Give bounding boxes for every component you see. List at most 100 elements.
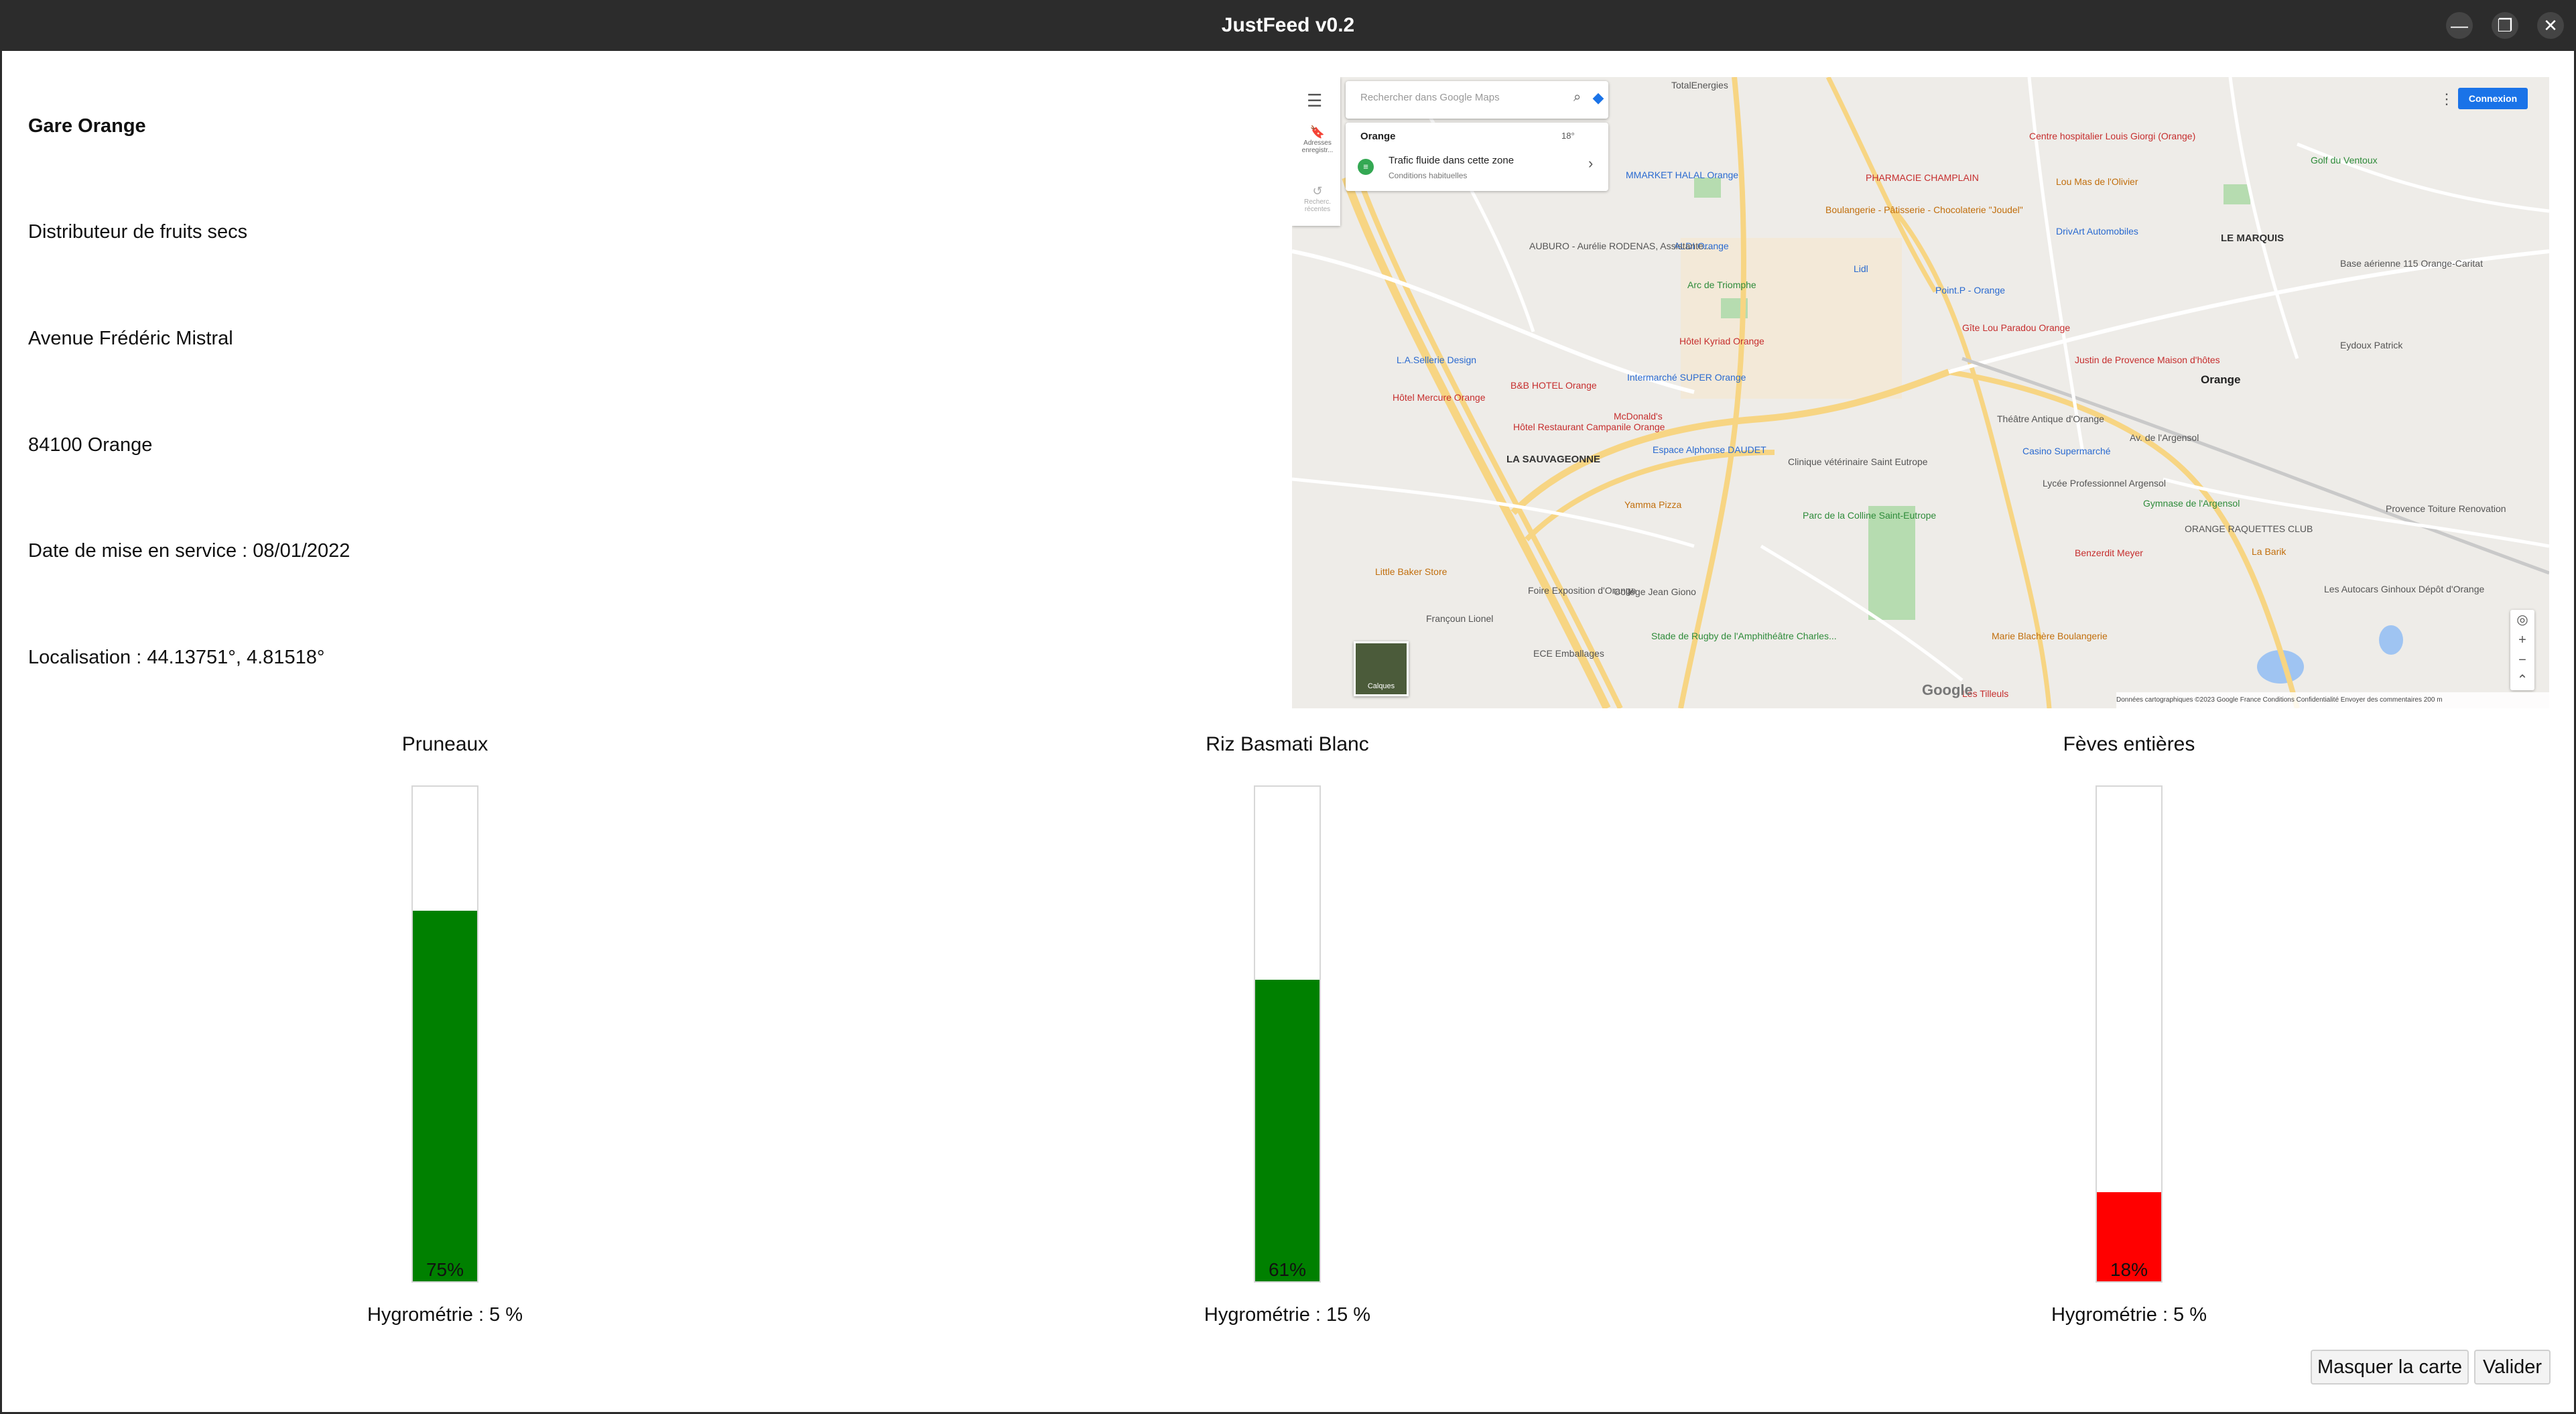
map-label-la-barik: La Barik bbox=[2252, 546, 2287, 557]
map-label-hospital: Centre hospitalier Louis Giorgi (Orange) bbox=[2029, 131, 2196, 141]
gauge-fill bbox=[413, 910, 477, 1281]
maximize-button[interactable]: ❐ bbox=[2492, 12, 2518, 39]
map-label-ece: ECE Emballages bbox=[1533, 648, 1604, 659]
map-label-foire: Foire Exposition d'Orange bbox=[1528, 585, 1636, 596]
map-label-intermarche: Intermarché SUPER Orange bbox=[1627, 372, 1746, 383]
map-label-clinique-st-eutrope: Clinique vétérinaire Saint Eutrope bbox=[1788, 456, 1928, 467]
map-label-arc: Arc de Triomphe bbox=[1687, 279, 1756, 290]
map-search-box[interactable]: Rechercher dans Google Maps ⌕ ◆ bbox=[1346, 81, 1608, 119]
station-location: Localisation : 44.13751°, 4.81518° bbox=[28, 647, 325, 668]
map-label-marie-blachere: Marie Blachère Boulangerie bbox=[1992, 631, 2108, 641]
gauge-riz: 61% bbox=[1254, 785, 1321, 1283]
map-layers-label: Calques bbox=[1367, 682, 1395, 690]
map-view[interactable]: Orange LE MARQUIS LA SAUVAGEONNE Arc de … bbox=[1292, 77, 2549, 708]
gauge-pruneaux: 75% bbox=[411, 785, 478, 1283]
map-label-campanile: Hôtel Restaurant Campanile Orange bbox=[1513, 422, 1665, 432]
zoom-in-button[interactable]: + bbox=[2510, 630, 2534, 650]
map-area-name: Orange bbox=[1360, 131, 1396, 142]
menu-icon[interactable]: ☰ bbox=[1307, 90, 1322, 111]
history-icon: ↺ bbox=[1312, 184, 1323, 198]
map-label-lou-mas: Lou Mas de l'Olivier bbox=[2056, 176, 2138, 187]
map-recent-searches[interactable]: ↺ Recherc. récentes bbox=[1301, 184, 1334, 213]
chevron-right-icon[interactable]: › bbox=[1588, 155, 1593, 172]
map-label-gite: Gîte Lou Paradou Orange bbox=[1962, 322, 2071, 333]
map-label-benzerdit: Benzerdit Meyer bbox=[2075, 548, 2143, 558]
map-label-provence-toiture: Provence Toiture Renovation bbox=[2386, 503, 2506, 514]
map-label-base-aerienne: Base aérienne 115 Orange-Caritat bbox=[2340, 258, 2483, 269]
validate-button[interactable]: Valider bbox=[2474, 1350, 2551, 1385]
map-label-parc-colline: Parc de la Colline Saint-Eutrope bbox=[1803, 510, 1937, 521]
map-label-gymnase: Gymnase de l'Argensol bbox=[2143, 498, 2240, 509]
gauge-percent-label: 61% bbox=[1268, 1259, 1307, 1280]
station-street: Avenue Frédéric Mistral bbox=[28, 328, 233, 349]
search-icon[interactable]: ⌕ bbox=[1573, 90, 1581, 105]
map-traffic-text: Trafic fluide dans cette zone bbox=[1389, 155, 1515, 166]
map-search-input[interactable]: Rechercher dans Google Maps bbox=[1360, 92, 1500, 103]
map-label-auburo: AUBURO - Aurélie RODENAS, Assistante... bbox=[1529, 241, 1712, 251]
map-label-mmarket: MMARKET HALAL Orange bbox=[1626, 170, 1739, 180]
map-label-mcdonalds: McDonald's bbox=[1614, 411, 1663, 422]
title-bar: JustFeed v0.2 — ❐ ✕ bbox=[0, 0, 2576, 51]
map-zoom-controls: ◎ + − ⌃ bbox=[2510, 610, 2534, 690]
station-type: Distributeur de fruits secs bbox=[28, 221, 248, 243]
hygrometry-feves: Hygrométrie : 5 % bbox=[2051, 1304, 2207, 1326]
gauge-percent-label: 75% bbox=[426, 1259, 464, 1280]
map-label-stade: Stade de Rugby de l'Amphithéâtre Charles… bbox=[1651, 631, 1837, 641]
map-sidebar: ☰ 🔖 Adresses enregistr... ↺ Recherc. réc… bbox=[1292, 77, 1340, 226]
map-label-lidl: Lidl bbox=[1854, 263, 1868, 274]
map-label-point-p: Point.P - Orange bbox=[1935, 285, 2006, 296]
directions-icon[interactable]: ◆ bbox=[1588, 88, 1608, 108]
map-label-theatre: Théâtre Antique d'Orange bbox=[1997, 413, 2104, 424]
map-label-le-marquis: LE MARQUIS bbox=[2221, 233, 2284, 244]
map-label-drivart: DrivArt Automobiles bbox=[2056, 226, 2138, 237]
hide-map-button[interactable]: Masquer la carte bbox=[2311, 1350, 2469, 1385]
google-logo: Google bbox=[1922, 682, 1973, 698]
map-saved-places[interactable]: 🔖 Adresses enregistr... bbox=[1301, 125, 1334, 154]
map-label-golf: Golf du Ventoux bbox=[2311, 155, 2378, 166]
traffic-icon: ≡ bbox=[1358, 159, 1374, 175]
map-label-espace-alphonse: Espace Alphonse DAUDET bbox=[1653, 444, 1766, 455]
map-label-eydoux: Eydoux Patrick bbox=[2340, 340, 2403, 350]
map-label-boulangerie: Boulangerie - Pâtisserie - Chocolaterie … bbox=[1825, 204, 2023, 215]
product-name-riz: Riz Basmati Blanc bbox=[1206, 733, 1369, 755]
hygrometry-pruneaux: Hygrométrie : 5 % bbox=[367, 1304, 523, 1326]
map-label-yamma: Yamma Pizza bbox=[1624, 499, 1682, 510]
station-city: 84100 Orange bbox=[28, 434, 153, 456]
map-label-francoun: Françoun Lionel bbox=[1426, 613, 1494, 624]
gauge-fill bbox=[1255, 979, 1319, 1281]
map-label-pharmacie: PHARMACIE CHAMPLAIN bbox=[1866, 172, 1979, 183]
minimize-button[interactable]: — bbox=[2446, 12, 2473, 39]
map-label-la-sellerie: L.A.Sellerie Design bbox=[1397, 355, 1477, 365]
map-label-justin: Justin de Provence Maison d'hôtes bbox=[2075, 355, 2220, 365]
gauge-percent-label: 18% bbox=[2110, 1259, 2148, 1280]
locate-icon[interactable]: ◎ bbox=[2510, 610, 2534, 630]
zoom-out-button[interactable]: − bbox=[2510, 650, 2534, 670]
map-label-orange-raquettes: ORANGE RAQUETTES CLUB bbox=[2185, 523, 2313, 534]
map-label-totalenergies: TotalEnergies bbox=[1671, 80, 1728, 90]
gauge-feves: 18% bbox=[2096, 785, 2163, 1283]
map-label-av-argensol: Av. de l'Argensol bbox=[2130, 432, 2199, 443]
map-label-orange: Orange bbox=[2201, 373, 2241, 386]
map-label-bb-hotel: B&B HOTEL Orange bbox=[1510, 380, 1597, 391]
map-traffic-card[interactable]: Orange 18° ≡ Trafic fluide dans cette zo… bbox=[1346, 123, 1608, 191]
map-history-label: Recherc. récentes bbox=[1303, 198, 1331, 213]
map-traffic-sub: Conditions habituelles bbox=[1389, 171, 1468, 180]
product-name-pruneaux: Pruneaux bbox=[401, 733, 489, 755]
pegman-icon[interactable]: ⌃ bbox=[2510, 670, 2534, 690]
map-label-hotel-kyriad: Hôtel Kyriad Orange bbox=[1679, 336, 1764, 346]
map-layers-button[interactable]: Calques bbox=[1354, 641, 1409, 696]
map-label-la-sauvageonne: LA SAUVAGEONNE bbox=[1506, 454, 1601, 465]
station-name: Gare Orange bbox=[28, 115, 146, 137]
map-saved-label: Adresses enregistr... bbox=[1301, 139, 1334, 154]
hygrometry-riz: Hygrométrie : 15 % bbox=[1204, 1304, 1371, 1326]
close-button[interactable]: ✕ bbox=[2537, 12, 2564, 39]
window-title: JustFeed v0.2 bbox=[1221, 14, 1355, 36]
map-label-hotel-mercure: Hôtel Mercure Orange bbox=[1393, 392, 1486, 403]
map-label-little-baker: Little Baker Store bbox=[1375, 566, 1447, 577]
map-footer: Données cartographiques ©2023 Google Fra… bbox=[2116, 692, 2549, 708]
map-connexion-button[interactable]: Connexion bbox=[2458, 88, 2528, 109]
map-label-lycee: Lycée Professionnel Argensol bbox=[2043, 478, 2166, 489]
bookmark-icon: 🔖 bbox=[1309, 125, 1326, 139]
product-name-feves: Fèves entières bbox=[2063, 733, 2195, 755]
map-temperature: 18° bbox=[1561, 131, 1575, 141]
